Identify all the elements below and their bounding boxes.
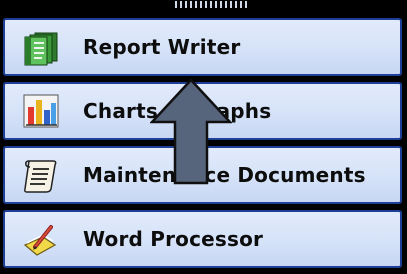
navigation-panel: Report Writer Charts & Graphs Maintenanc… bbox=[0, 0, 407, 274]
panel-grip-handle[interactable] bbox=[175, 1, 247, 8]
nav-item-label: Report Writer bbox=[83, 35, 241, 59]
report-writer-icon bbox=[19, 25, 63, 69]
nav-item-label: Maintenance Documents bbox=[83, 163, 366, 187]
nav-item-word-processor[interactable]: Word Processor bbox=[3, 210, 402, 268]
nav-item-label: Charts & Graphs bbox=[83, 99, 272, 123]
nav-item-report-writer[interactable]: Report Writer bbox=[3, 18, 402, 76]
scroll-document-icon bbox=[19, 153, 63, 197]
charts-icon bbox=[19, 89, 63, 133]
nav-item-maintenance-documents[interactable]: Maintenance Documents bbox=[3, 146, 402, 204]
nav-item-label: Word Processor bbox=[83, 227, 264, 251]
nav-item-charts-graphs[interactable]: Charts & Graphs bbox=[3, 82, 402, 140]
pen-paper-icon bbox=[19, 217, 63, 261]
